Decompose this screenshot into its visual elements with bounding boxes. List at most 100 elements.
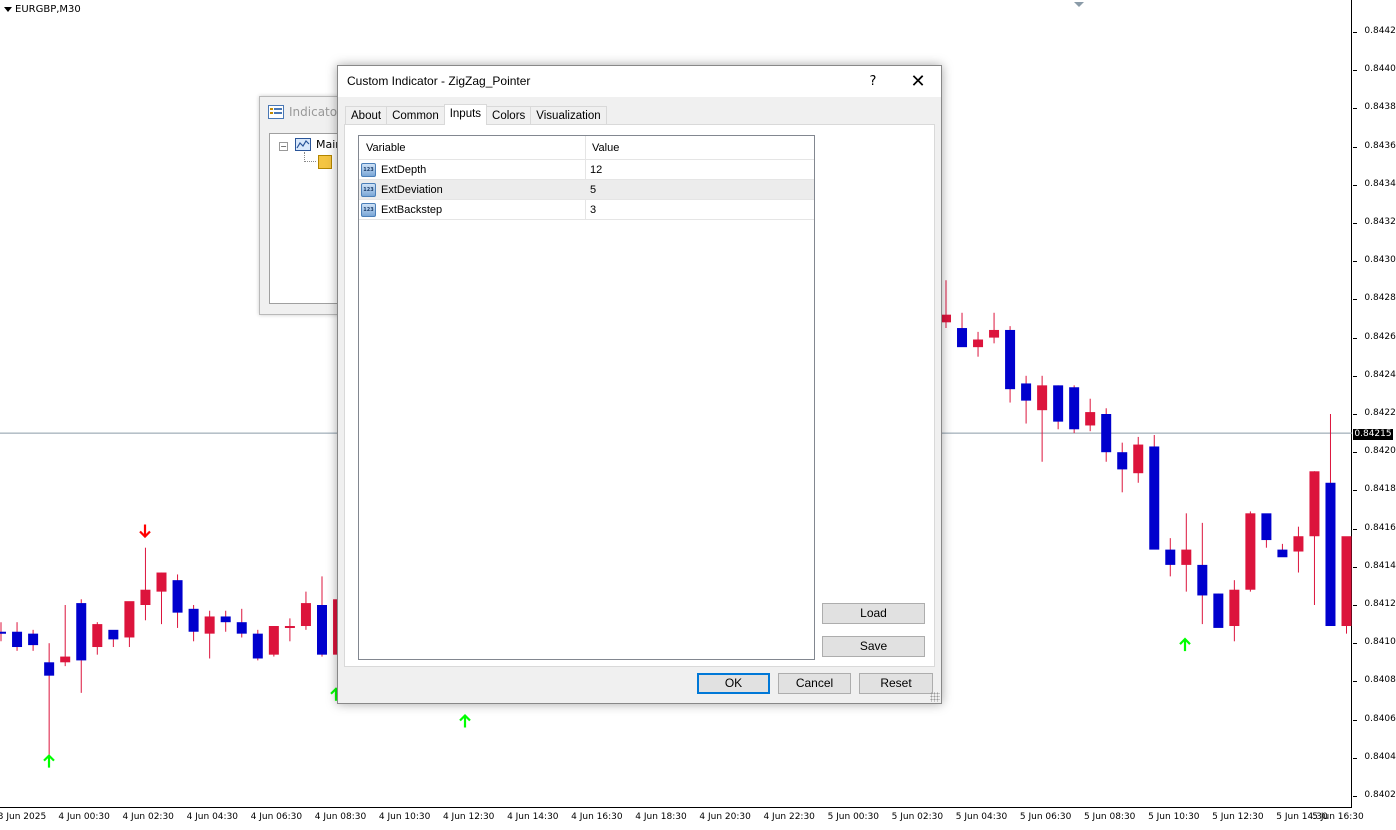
price-tick-text: 0.84365 [1364, 140, 1396, 151]
column-header-variable[interactable]: Variable [366, 142, 406, 154]
candle-body [1197, 564, 1208, 596]
candle-body [156, 572, 167, 592]
candle-body [28, 633, 39, 646]
input-row-value[interactable]: 5 [590, 184, 596, 196]
cancel-button[interactable]: Cancel [778, 673, 851, 694]
down-arrow-icon [139, 524, 151, 539]
tree-collapse-icon[interactable]: − [279, 142, 288, 151]
candle-body [188, 608, 199, 632]
candle-body [1309, 471, 1320, 537]
time-tick-label: 4 Jun 00:30 [58, 812, 110, 822]
candle-body [108, 629, 119, 640]
time-tick-label: 4 Jun 18:30 [635, 812, 687, 822]
candle-body [284, 626, 295, 629]
time-tick-label: 5 Jun 12:30 [1212, 812, 1264, 822]
candle-body [1229, 589, 1240, 627]
resize-grip-icon[interactable] [930, 692, 940, 702]
candle-body [92, 624, 103, 648]
input-row-extdeviation[interactable]: 123 ExtDeviation 5 [359, 180, 814, 200]
candle-body [140, 589, 151, 605]
indicators-window-title: Indicator [268, 105, 342, 119]
dropdown-triangle-icon[interactable] [4, 7, 12, 12]
tab-visualization[interactable]: Visualization [530, 106, 607, 125]
candle-body [0, 631, 6, 634]
candle-body [1325, 482, 1336, 627]
dialog-titlebar[interactable]: Custom Indicator - ZigZag_Pointer ? ✕ [338, 66, 941, 97]
time-tick-label: 5 Jun 00:30 [827, 812, 880, 822]
candle-body [1261, 513, 1272, 541]
candle-body [1069, 387, 1080, 430]
time-tick-label: 5 Jun 16:30 [1312, 812, 1364, 822]
candle-body [204, 616, 215, 634]
candle-body [300, 603, 311, 627]
price-tick-text: 0.84045 [1364, 751, 1396, 762]
top-marker-icon [1074, 2, 1084, 7]
integer-param-icon: 123 [361, 183, 376, 197]
price-tick-text: 0.84105 [1364, 637, 1396, 648]
candle-body [957, 328, 968, 348]
input-row-name: ExtDepth [381, 164, 427, 176]
price-tick-text: 0.84305 [1364, 255, 1396, 266]
candle-body [1053, 385, 1064, 422]
integer-param-icon: 123 [361, 203, 376, 217]
up-arrow-icon [459, 713, 471, 728]
column-header-value[interactable]: Value [592, 142, 619, 154]
candle-body [989, 329, 1000, 338]
symbol-label[interactable]: EURGBP,M30 [4, 4, 81, 15]
candle-body [1149, 446, 1160, 550]
candle-body [1213, 593, 1224, 628]
time-tick-label: 4 Jun 22:30 [763, 812, 815, 822]
input-row-value[interactable]: 12 [590, 164, 602, 176]
price-tick-text: 0.84025 [1364, 790, 1396, 800]
candle-body [12, 631, 23, 648]
candle-body [1005, 329, 1016, 390]
price-tick-text: 0.84225 [1364, 408, 1396, 418]
input-row-extdepth[interactable]: 123 ExtDepth 12 [359, 160, 814, 180]
inputs-grid[interactable]: Variable Value 123 ExtDepth 12 123 ExtDe… [358, 135, 815, 660]
price-axis[interactable]: 0.84425 0.84405 0.84385 0.84365 0.84345 0.843… [1353, 0, 1396, 808]
input-row-value[interactable]: 3 [590, 204, 596, 216]
tab-colors[interactable]: Colors [486, 106, 532, 125]
dialog-title: Custom Indicator - ZigZag_Pointer [347, 74, 531, 88]
input-row-name: ExtBackstep [381, 204, 443, 216]
tab-about[interactable]: About [345, 106, 388, 125]
candle-body [1021, 383, 1032, 401]
tab-inputs[interactable]: Inputs [443, 104, 488, 125]
candle-body [1117, 452, 1128, 470]
tab-strip: About Common Inputs Colors Visualization [345, 104, 607, 125]
price-tick-text: 0.84165 [1364, 522, 1396, 533]
time-axis[interactable]: 3 Jun 2025 4 Jun 00:30 4 Jun 02:30 4 Jun 04… [0, 809, 1364, 830]
candle-body [44, 662, 55, 676]
candle-body [252, 633, 263, 659]
ok-button[interactable]: OK [697, 673, 770, 694]
tab-common[interactable]: Common [386, 106, 445, 125]
custom-indicator-dialog: Custom Indicator - ZigZag_Pointer ? ✕ Ab… [337, 65, 942, 704]
price-tick-text: 0.84205 [1364, 446, 1396, 457]
time-tick-label: 5 Jun 06:30 [1019, 812, 1072, 822]
symbol-text: EURGBP,M30 [15, 4, 81, 15]
time-tick-label: 5 Jun 10:30 [1148, 812, 1200, 822]
candle-body [172, 580, 183, 613]
up-arrow-icon [43, 754, 55, 768]
reset-button[interactable]: Reset [859, 673, 933, 694]
price-tick-text: 0.84345 [1364, 178, 1396, 189]
tree-connector [304, 161, 316, 162]
save-button[interactable]: Save [822, 636, 925, 657]
price-tick-text: 0.84185 [1364, 484, 1396, 495]
candle-body [60, 656, 71, 663]
input-row-extbackstep[interactable]: 123 ExtBackstep 3 [359, 200, 814, 220]
time-tick-label: 4 Jun 14:30 [507, 812, 559, 822]
price-tick-text: 0.84245 [1364, 369, 1396, 380]
price-tick-text: 0.84125 [1364, 599, 1396, 609]
custom-indicator-icon[interactable] [318, 155, 332, 169]
help-button[interactable]: ? [853, 71, 893, 93]
candle-body [268, 626, 279, 655]
price-tick-text: 0.84265 [1364, 331, 1396, 342]
integer-param-icon: 123 [361, 163, 376, 177]
candle-body [1277, 549, 1288, 558]
candle-body [1133, 444, 1144, 474]
load-button[interactable]: Load [822, 603, 925, 624]
close-button[interactable]: ✕ [898, 69, 938, 94]
price-tick-text: 0.84385 [1364, 102, 1396, 113]
time-tick-label: 4 Jun 10:30 [378, 812, 431, 822]
